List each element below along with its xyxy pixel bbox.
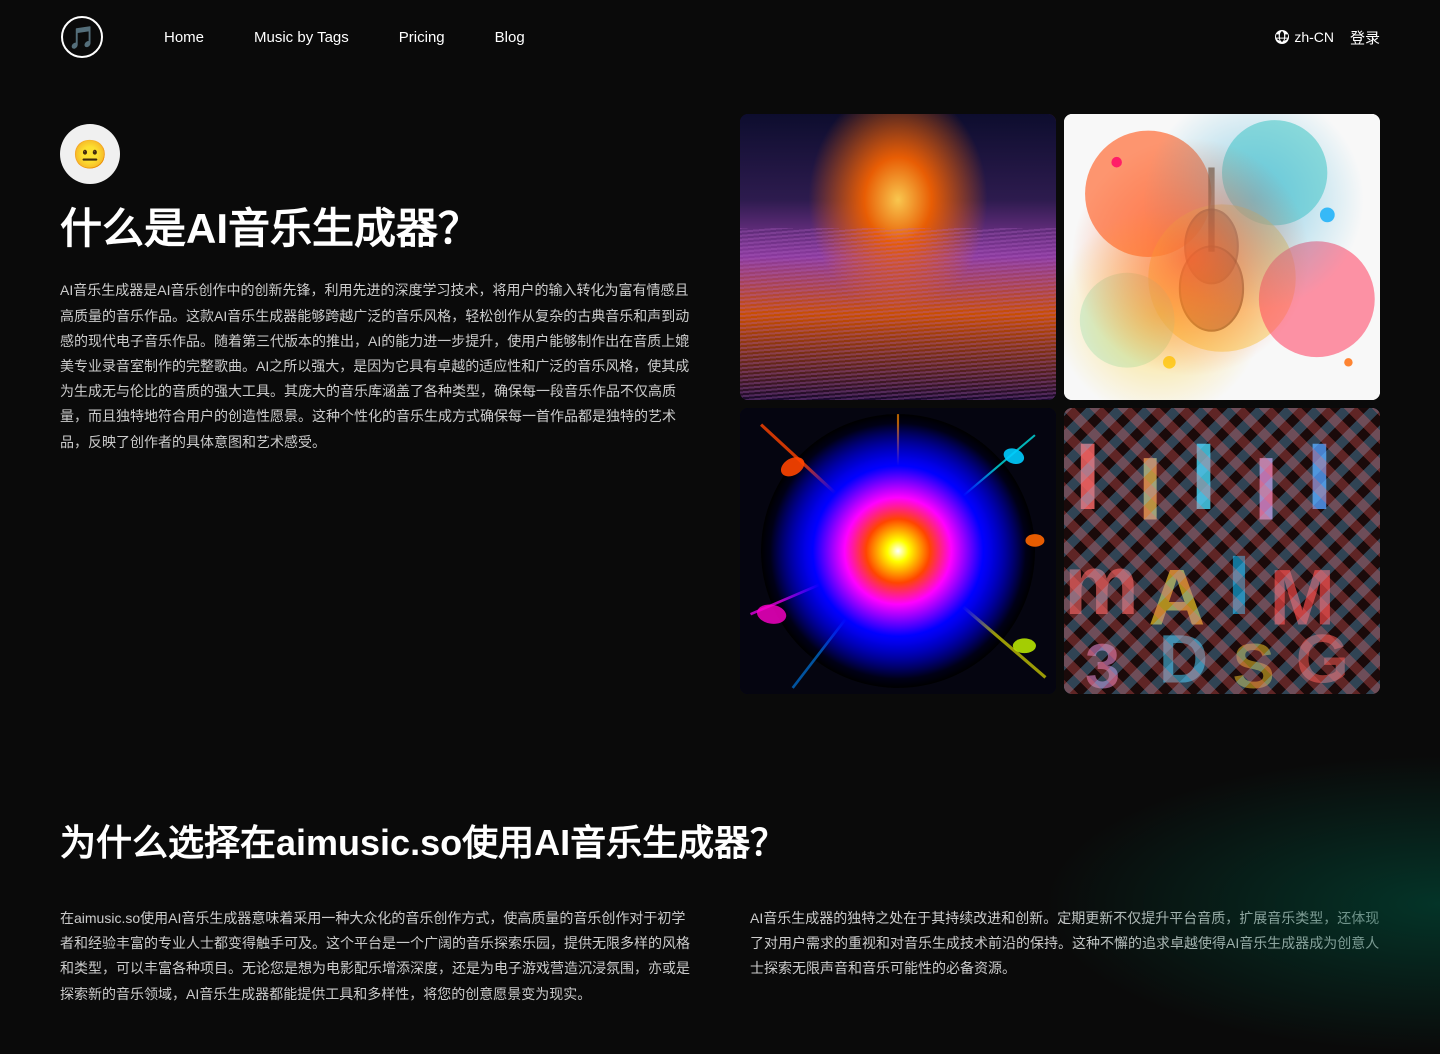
globe-icon (1274, 29, 1290, 45)
svg-text:A: A (1148, 553, 1205, 642)
login-button[interactable]: 登录 (1350, 27, 1380, 48)
logo-icon: 🎵 (60, 15, 104, 59)
svg-text:I: I (1190, 424, 1216, 530)
svg-text:I: I (1254, 438, 1279, 538)
nav-right: zh-CN 登录 (1274, 27, 1380, 48)
nav-links: Home Music by Tags Pricing Blog (164, 29, 1274, 46)
svg-text:I: I (1227, 538, 1250, 632)
svg-text:S: S (1233, 632, 1275, 694)
lang-label: zh-CN (1294, 29, 1334, 45)
hero-content: 😐 什么是AI音乐生成器？ AI音乐生成器是AI音乐创作中的创新先锋，利用先进的… (60, 114, 700, 694)
avatar-emoji: 😐 (73, 138, 108, 171)
image-explosion (740, 408, 1056, 694)
svg-text:I: I (1138, 438, 1163, 538)
svg-text:3: 3 (1085, 632, 1120, 694)
why-col2: AI音乐生成器的独特之处在于其持续改进和创新。定期更新不仅提升平台音质，扩展音乐… (750, 906, 1380, 1007)
svg-text:I: I (1306, 424, 1332, 530)
logo[interactable]: 🎵 (60, 15, 104, 59)
hero-images: I I I I I m A I M 3 D S G (740, 114, 1380, 694)
language-selector[interactable]: zh-CN (1274, 29, 1334, 45)
hero-section: 😐 什么是AI音乐生成器？ AI音乐生成器是AI音乐创作中的创新先锋，利用先进的… (0, 74, 1440, 754)
navbar: 🎵 Home Music by Tags Pricing Blog zh-CN … (0, 0, 1440, 74)
svg-text:D: D (1159, 621, 1208, 694)
nav-blog[interactable]: Blog (495, 29, 525, 46)
why-col1: 在aimusic.so使用AI音乐生成器意味着采用一种大众化的音乐创作方式，使高… (60, 906, 690, 1007)
nav-pricing[interactable]: Pricing (399, 29, 445, 46)
why-section: 为什么选择在aimusic.so使用AI音乐生成器？ 在aimusic.so使用… (0, 754, 1440, 1047)
image-mountain (740, 114, 1056, 400)
nav-home[interactable]: Home (164, 29, 204, 46)
why-columns: 在aimusic.so使用AI音乐生成器意味着采用一种大众化的音乐创作方式，使高… (60, 906, 1380, 1007)
svg-text:G: G (1296, 621, 1349, 694)
svg-text:I: I (1075, 424, 1101, 530)
hero-title: 什么是AI音乐生成器？ (60, 204, 700, 254)
nav-music-by-tags[interactable]: Music by Tags (254, 29, 349, 46)
svg-text:🎵: 🎵 (68, 25, 95, 50)
svg-text:m: m (1064, 538, 1139, 632)
svg-text:M: M (1269, 553, 1335, 642)
hero-description: AI音乐生成器是AI音乐创作中的创新先锋，利用先进的深度学习技术，将用户的输入转… (60, 278, 700, 454)
avatar: 😐 (60, 124, 120, 184)
image-violin (1064, 114, 1380, 400)
why-title: 为什么选择在aimusic.so使用AI音乐生成器？ (60, 814, 1380, 866)
image-letters: I I I I I m A I M 3 D S G (1064, 408, 1380, 694)
